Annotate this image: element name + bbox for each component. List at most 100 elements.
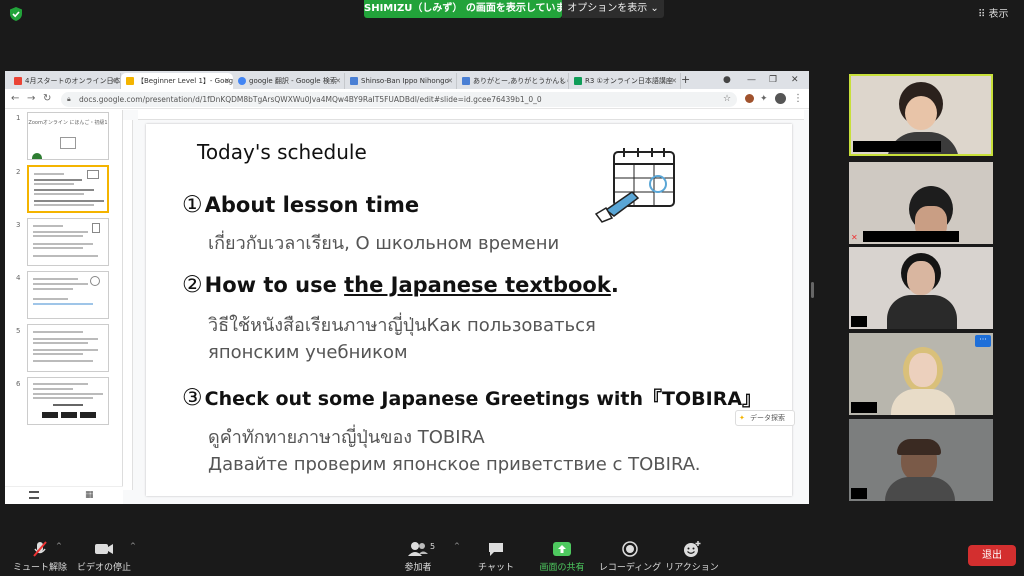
browser-tab-active[interactable]: 【Beginner Level 1】- Google ✕: [121, 73, 233, 89]
slide-thumbnail-6[interactable]: [27, 377, 109, 425]
play-store-badge: [61, 412, 77, 418]
agenda-heading-text: Check out some Japanese Greetings with『T…: [204, 388, 762, 410]
participant-body: [887, 295, 957, 329]
participants-label: 参加者: [404, 563, 432, 573]
record-icon: [622, 541, 638, 557]
forward-icon[interactable]: →: [27, 92, 35, 106]
grid-view-icon[interactable]: ▦: [85, 490, 94, 500]
video-tile[interactable]: [849, 247, 993, 329]
video-camera-icon: [95, 544, 113, 554]
participant-face: [907, 261, 935, 295]
explore-label: データ探索: [750, 414, 785, 422]
explore-icon: ✦: [739, 414, 745, 422]
tab-label: Shinso-Ban Ippo Nihongo: [361, 77, 449, 85]
stop-video-button[interactable]: ビデオの停止: [64, 533, 144, 576]
tab-label: google 翻訳 - Google 検索: [249, 77, 337, 85]
muted-mic-icon: [33, 541, 47, 557]
calendar-pen-illustration: [594, 148, 675, 223]
slide-canvas[interactable]: Today's schedule ①About lesson time เกี่…: [146, 124, 792, 496]
reactions-label: リアクション: [665, 563, 719, 573]
browser-menu-icon[interactable]: ⋮: [793, 92, 803, 106]
close-window-icon[interactable]: ✕: [791, 72, 799, 88]
slide-thumbnail-1[interactable]: Zoomオンライン にほんご・初級1: [27, 112, 109, 160]
extensions-puzzle-icon[interactable]: ✦: [760, 92, 768, 106]
thumbnail-title: Zoomオンライン にほんご・初級1: [28, 120, 108, 126]
reactions-smiley-icon: [684, 541, 701, 557]
slide-filmstrip: 1 Zoomオンライン にほんご・初級1 2 3 4 5 6 ▦: [5, 110, 123, 504]
video-tile[interactable]: ✕: [849, 162, 993, 244]
bookmark-star-icon[interactable]: ☆: [723, 92, 731, 106]
slide-number: 4: [16, 274, 21, 282]
agenda-item-3-heading: ③ Check out some Japanese Greetings with『…: [182, 384, 761, 411]
muted-mic-icon: ✕: [851, 233, 858, 242]
agenda-item-1-heading: ①About lesson time: [182, 192, 419, 218]
leave-meeting-button[interactable]: 退出: [968, 545, 1016, 566]
reload-icon[interactable]: ↻: [43, 92, 51, 106]
horizontal-ruler: [138, 110, 804, 120]
slide-number: 1: [16, 114, 21, 122]
slide-number: 5: [16, 327, 21, 335]
profile-avatar[interactable]: [775, 93, 786, 104]
slide-title: Today's schedule: [197, 140, 367, 164]
panel-resize-handle[interactable]: [811, 282, 814, 298]
explore-button[interactable]: ✦ データ探索: [735, 410, 795, 426]
video-options-caret[interactable]: ^: [130, 542, 136, 550]
close-icon[interactable]: ✕: [335, 73, 341, 89]
view-options-button[interactable]: オプションを表示 ⌄: [562, 0, 664, 18]
browser-tab[interactable]: google 翻訳 - Google 検索 ✕: [233, 73, 345, 89]
extension-icon[interactable]: [745, 94, 754, 103]
new-tab-button[interactable]: +: [681, 72, 690, 88]
video-tile[interactable]: ···: [849, 333, 993, 415]
agenda-heading-link: the Japanese textbook: [344, 273, 611, 297]
minimize-icon[interactable]: —: [747, 72, 756, 88]
share-screen-icon: [553, 542, 571, 556]
security-shield-icon[interactable]: [8, 6, 24, 22]
tab-search-icon[interactable]: ●: [723, 72, 731, 88]
browser-tab[interactable]: R3 ①オンライン日本語講座 ✕: [569, 73, 681, 89]
agenda-heading-text: About lesson time: [204, 193, 420, 217]
maximize-icon[interactable]: ❐: [769, 72, 777, 88]
url-input[interactable]: 🔒︎ docs.google.com/presentation/d/1fDnKQ…: [61, 92, 737, 107]
close-icon[interactable]: ✕: [111, 73, 117, 89]
close-icon[interactable]: ✕: [447, 73, 453, 89]
video-tile-active-speaker[interactable]: [849, 74, 993, 156]
agenda-item-2-translation: วิธีใช้หนังสือเรียนภาษาญี่ปุ่นКак пользо…: [208, 315, 596, 336]
trash-icon: [92, 223, 100, 233]
browser-tab[interactable]: 4月スタートのオンライン日本語 ✕: [9, 73, 121, 89]
close-icon[interactable]: ✕: [671, 73, 677, 89]
slide-thumbnail-2[interactable]: [27, 165, 109, 213]
sheets-icon: [574, 77, 582, 85]
browser-tab[interactable]: Shinso-Ban Ippo Nihongo ✕: [345, 73, 457, 89]
calendar-icon: [87, 170, 99, 179]
participant-name-tag: [851, 488, 867, 499]
slide-thumbnail-4[interactable]: [27, 271, 109, 319]
tab-label: R3 ①オンライン日本語講座: [585, 77, 673, 85]
filmstrip-view-icon[interactable]: [29, 491, 39, 499]
google-icon: [238, 77, 246, 85]
agenda-item-1-translation: เกี่ยวกับเวลาเรียน, О школьном времени: [208, 233, 560, 254]
back-icon[interactable]: ←: [11, 92, 19, 106]
reactions-button[interactable]: リアクション: [652, 533, 732, 576]
url-text: docs.google.com/presentation/d/1fDnKQDM8…: [79, 95, 542, 104]
slide-thumbnail-3[interactable]: [27, 218, 109, 266]
lock-icon: 🔒︎: [67, 95, 71, 103]
video-tile[interactable]: [849, 419, 993, 501]
meeting-toolbar: ミュート解除 ^ ビデオの停止 ^ 参加者 5 ^ チャット 画面の共有 レコー…: [0, 533, 1024, 576]
agenda-number: ③: [182, 385, 203, 411]
participant-hair: [897, 439, 941, 455]
audio-options-caret[interactable]: ^: [56, 542, 62, 550]
agenda-item-2-heading: ②How to use the Japanese textbook.: [182, 272, 619, 298]
participant-body: [891, 389, 955, 415]
view-button[interactable]: ⠿ 表示: [978, 7, 1022, 23]
close-icon[interactable]: ✕: [559, 73, 565, 89]
browser-tab[interactable]: ありがとー,ありがとうかんしゃ,ありがと ✕: [457, 73, 569, 89]
chat-icon: [489, 543, 503, 556]
stop-video-label: ビデオの停止: [76, 563, 131, 573]
screen-share-banner: SHIMIZU（しみず） の画面を表示しています: [364, 0, 562, 18]
more-options-icon[interactable]: ···: [975, 335, 991, 347]
agenda-item-3-translation: ดูคำทักทายภาษาญี่ปุ่นของ TOBIRA: [208, 427, 485, 448]
slide-thumbnail-5[interactable]: [27, 324, 109, 372]
close-icon[interactable]: ✕: [224, 73, 230, 89]
tab-label: ありがとー,ありがとうかんしゃ,ありがと: [473, 77, 568, 85]
participants-button[interactable]: 参加者: [378, 533, 458, 576]
